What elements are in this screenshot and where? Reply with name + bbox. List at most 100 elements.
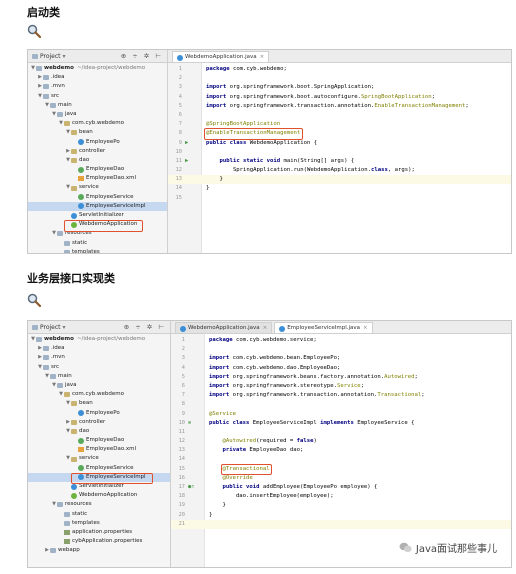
- tree-item[interactable]: ▼ bean: [28, 399, 170, 408]
- tree-item[interactable]: ServletInitializer: [28, 482, 170, 491]
- tree-item[interactable]: ▼ webdemo ~/idea-project/webdemo: [28, 64, 167, 73]
- tree-item[interactable]: ▶ .idea: [28, 73, 167, 82]
- code-line[interactable]: 12 SpringApplication.run(WebdemoApplicat…: [168, 166, 511, 175]
- code-line[interactable]: 9 ▶ public class WebdemoApplication {: [168, 139, 511, 148]
- tree-item[interactable]: EmployeePo: [28, 409, 170, 418]
- tree-item[interactable]: ▶ controller: [28, 147, 167, 156]
- tree-item[interactable]: ▼ bean: [28, 128, 167, 137]
- tree-item[interactable]: application.properties: [28, 528, 170, 537]
- implements-gutter-icon[interactable]: ⊕: [188, 419, 191, 428]
- project-label[interactable]: Project: [40, 53, 61, 60]
- tree-item[interactable]: WebdemoApplication: [28, 491, 170, 500]
- code-line[interactable]: 15 @Transactional: [171, 465, 511, 474]
- tree-item[interactable]: EmployeeDao.xml: [28, 174, 167, 183]
- code-line[interactable]: 16 @Override: [171, 474, 511, 483]
- editor-tab[interactable]: WebdemoApplication.java ×: [175, 322, 273, 333]
- code-line[interactable]: 15: [168, 194, 511, 203]
- tree-item[interactable]: static: [28, 239, 167, 248]
- code-line[interactable]: 4 import com.cyb.webdemo.dao.EmployeeDao;: [171, 364, 511, 373]
- code-line[interactable]: 5 import org.springframework.beans.factor…: [171, 373, 511, 382]
- tree-item[interactable]: EmployeeService: [28, 193, 167, 202]
- tree-item[interactable]: EmployeeDao: [28, 436, 170, 445]
- code-line[interactable]: 3 import org.springframework.boot.SpringA…: [168, 83, 511, 92]
- tree-item[interactable]: ▶ webapp: [28, 546, 170, 555]
- tree-item[interactable]: ▼ main: [28, 101, 167, 110]
- tree-item[interactable]: cybApplication.properties: [28, 537, 170, 546]
- code-line[interactable]: 17 ●↑ public void addEmployee(EmployeePo …: [171, 483, 511, 492]
- tree-item[interactable]: static: [28, 510, 170, 519]
- code-line[interactable]: 8 @EnableTransactionManagement: [168, 129, 511, 138]
- code-token: }: [206, 176, 223, 183]
- tree-item[interactable]: EmployeeService: [28, 464, 170, 473]
- code-line[interactable]: 10: [168, 148, 511, 157]
- tree-item[interactable]: ▶ .mvn: [28, 82, 167, 91]
- code-line[interactable]: 18 dao.insertEmployee(employee);: [171, 492, 511, 501]
- tree-item[interactable]: ▼ java: [28, 381, 170, 390]
- code-line[interactable]: 20}: [171, 511, 511, 520]
- code-line[interactable]: 8: [171, 400, 511, 409]
- close-icon[interactable]: ×: [263, 325, 268, 331]
- code-line[interactable]: 1 package com.cyb.webdemo;: [168, 65, 511, 74]
- code-line[interactable]: 5 import org.springframework.transaction.…: [168, 102, 511, 111]
- panel-tool-icons[interactable]: ⊕ ÷ ✲ ⊢: [124, 323, 166, 331]
- code-line[interactable]: 11: [171, 428, 511, 437]
- code-text: SpringApplication.run(WebdemoApplication…: [206, 166, 415, 175]
- editor-tab[interactable]: EmployeeServiceImpl.java ×: [274, 322, 373, 333]
- close-icon[interactable]: ×: [260, 54, 265, 60]
- panel-tool-icons[interactable]: ⊕ ÷ ✲ ⊢: [121, 52, 163, 60]
- code-line[interactable]: 11 ▶ public static void main(String[] arg…: [168, 157, 511, 166]
- tree-item[interactable]: ▼ dao: [28, 427, 170, 436]
- implements-gutter-icon[interactable]: ●↑: [188, 483, 195, 492]
- chevron-down-icon[interactable]: ▾: [63, 324, 66, 331]
- code-line[interactable]: 14}: [168, 184, 511, 193]
- code-line[interactable]: 10 ⊕ public class EmployeeServiceImpl impl…: [171, 419, 511, 428]
- tree-item[interactable]: ▼ com.cyb.webdemo: [28, 119, 167, 128]
- tree-item[interactable]: ▼ resources: [28, 500, 170, 509]
- code-line[interactable]: 19 }: [171, 501, 511, 510]
- chevron-down-icon[interactable]: ▾: [63, 53, 66, 60]
- tree-item[interactable]: ▼ resources: [28, 229, 167, 238]
- tree-item[interactable]: ▶ controller: [28, 418, 170, 427]
- tree-item[interactable]: templates: [28, 248, 167, 253]
- code-line[interactable]: 12 @Autowired(required = false): [171, 437, 511, 446]
- tree-item-label: main: [58, 372, 72, 379]
- code-line[interactable]: 4 import org.springframework.boot.autocon…: [168, 93, 511, 102]
- code-line[interactable]: 9 @Service: [171, 410, 511, 419]
- project-label[interactable]: Project: [40, 324, 61, 331]
- run-gutter-icon[interactable]: ▶: [185, 139, 188, 148]
- tree-item[interactable]: ▼ service: [28, 183, 167, 192]
- tree-item[interactable]: ▼ com.cyb.webdemo: [28, 390, 170, 399]
- close-icon[interactable]: ×: [363, 325, 368, 331]
- run-gutter-icon[interactable]: ▶: [185, 157, 188, 166]
- tree-item[interactable]: ▼ java: [28, 110, 167, 119]
- tree-item[interactable]: EmployeeDao.xml: [28, 445, 170, 454]
- tree-item[interactable]: templates: [28, 519, 170, 528]
- tree-item[interactable]: ▼ dao: [28, 156, 167, 165]
- code-line[interactable]: 13 }: [168, 175, 511, 185]
- tree-item[interactable]: EmployeeServiceImpl: [28, 201, 167, 211]
- tree-item[interactable]: ▼ src: [28, 363, 170, 372]
- tree-item[interactable]: EmployeeDao: [28, 165, 167, 174]
- code-line[interactable]: 6: [168, 111, 511, 120]
- code-line[interactable]: 1 package com.cyb.webdemo.service;: [171, 336, 511, 345]
- code-line[interactable]: 7 @SpringBootApplication: [168, 120, 511, 129]
- code-line[interactable]: 21: [171, 519, 511, 529]
- tree-item[interactable]: ▼ main: [28, 372, 170, 381]
- code-line[interactable]: 2: [171, 345, 511, 354]
- tree-item[interactable]: ▶ .idea: [28, 344, 170, 353]
- code-line[interactable]: 13 private EmployeeDao dao;: [171, 446, 511, 455]
- code-line[interactable]: 3 import com.cyb.webdemo.bean.EmployeePo;: [171, 354, 511, 363]
- tree-item[interactable]: EmployeePo: [28, 138, 167, 147]
- code-line[interactable]: 2: [168, 74, 511, 83]
- code-line[interactable]: 7 import org.springframework.transaction.…: [171, 391, 511, 400]
- code-line[interactable]: 6 import org.springframework.stereotype.S…: [171, 382, 511, 391]
- tree-item[interactable]: ▶ .mvn: [28, 353, 170, 362]
- tree-item[interactable]: EmployeeServiceImpl: [28, 472, 170, 482]
- code-line[interactable]: 14: [171, 455, 511, 464]
- tree-item[interactable]: ServletInitializer: [28, 211, 167, 220]
- tree-item[interactable]: ▼ src: [28, 92, 167, 101]
- editor-tab[interactable]: WebdemoApplication.java ×: [172, 51, 270, 62]
- tree-item[interactable]: WebdemoApplication: [28, 220, 167, 229]
- tree-item[interactable]: ▼ webdemo ~/idea-project/webdemo: [28, 335, 170, 344]
- tree-item[interactable]: ▼ service: [28, 454, 170, 463]
